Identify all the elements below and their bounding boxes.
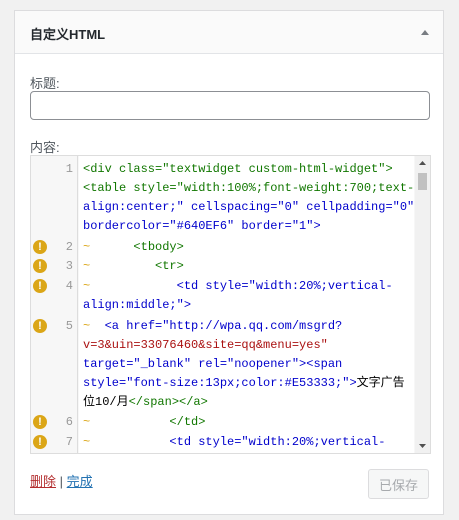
scroll-down-icon[interactable] bbox=[415, 439, 430, 453]
line-number: 7 bbox=[65, 435, 73, 449]
widget-header[interactable]: 自定义HTML bbox=[15, 11, 443, 54]
warning-icon[interactable]: ! bbox=[33, 435, 47, 449]
code-line: <table style="width:100%;font-weight:700… bbox=[83, 181, 415, 195]
footer-separator: | bbox=[59, 474, 64, 489]
code-area[interactable]: <div class="textwidget custom-html-widge… bbox=[79, 156, 414, 453]
done-link[interactable]: 完成 bbox=[67, 474, 93, 489]
code-line: <div class="textwidget custom-html-widge… bbox=[83, 162, 393, 176]
code-line: bordercolor="#640EF6" border="1"> bbox=[83, 219, 321, 233]
line-number: 5 bbox=[65, 319, 73, 333]
warning-icon[interactable]: ! bbox=[33, 415, 47, 429]
code-line: align:middle;"> bbox=[83, 298, 192, 312]
content-label: 内容: bbox=[30, 140, 60, 155]
warning-icon[interactable]: ! bbox=[33, 259, 47, 273]
code-line: ~ <td style="width:20%;vertical- bbox=[83, 435, 386, 449]
line-number: 4 bbox=[65, 279, 73, 293]
widget-title: 自定义HTML bbox=[30, 27, 106, 42]
code-line: target="_blank" rel="noopener"><span bbox=[83, 357, 343, 371]
code-line: v=3&uin=33076460&site=qq&menu=yes" bbox=[83, 338, 328, 352]
line-number: 3 bbox=[65, 259, 73, 273]
code-line: ~ <a href="http://wpa.qq.com/msgrd? bbox=[83, 319, 343, 333]
line-number: 2 bbox=[65, 240, 73, 254]
code-line: ~ <td style="width:20%;vertical- bbox=[83, 279, 393, 293]
warning-icon[interactable]: ! bbox=[33, 240, 47, 254]
code-line: ~ <tbody> bbox=[83, 240, 184, 254]
widget-footer: 删除 | 完成 bbox=[30, 471, 93, 490]
code-line: style="font-size:13px;color:#E53333;">文字… bbox=[83, 376, 405, 390]
line-number: 6 bbox=[65, 415, 73, 429]
title-input[interactable] bbox=[30, 91, 430, 120]
scroll-up-icon[interactable] bbox=[415, 156, 430, 170]
code-editor[interactable]: 1 2! 3! 4! 5! 6! 7! <div class="textwidget cus… bbox=[30, 155, 431, 454]
save-button[interactable]: 已保存 bbox=[368, 469, 429, 499]
line-number: 1 bbox=[65, 162, 73, 176]
code-line: 位10/月</span></a> bbox=[83, 395, 208, 409]
custom-html-widget: 自定义HTML 标题: 内容: 1 2! 3! 4! 5! 6! 7! <div class… bbox=[14, 10, 444, 515]
code-line: align:center;" cellspacing="0" cellpaddi… bbox=[83, 200, 415, 214]
warning-icon[interactable]: ! bbox=[33, 319, 47, 333]
editor-gutter: 1 2! 3! 4! 5! 6! 7! bbox=[31, 156, 78, 453]
arrow-up-icon[interactable] bbox=[415, 23, 435, 43]
delete-link[interactable]: 删除 bbox=[30, 474, 56, 489]
scrollbar-thumb[interactable] bbox=[418, 173, 427, 190]
warning-icon[interactable]: ! bbox=[33, 279, 47, 293]
title-label: 标题: bbox=[30, 76, 60, 91]
code-line: ~ </td> bbox=[83, 415, 206, 429]
code-line: ~ <tr> bbox=[83, 259, 184, 273]
vertical-scrollbar[interactable] bbox=[415, 156, 430, 453]
